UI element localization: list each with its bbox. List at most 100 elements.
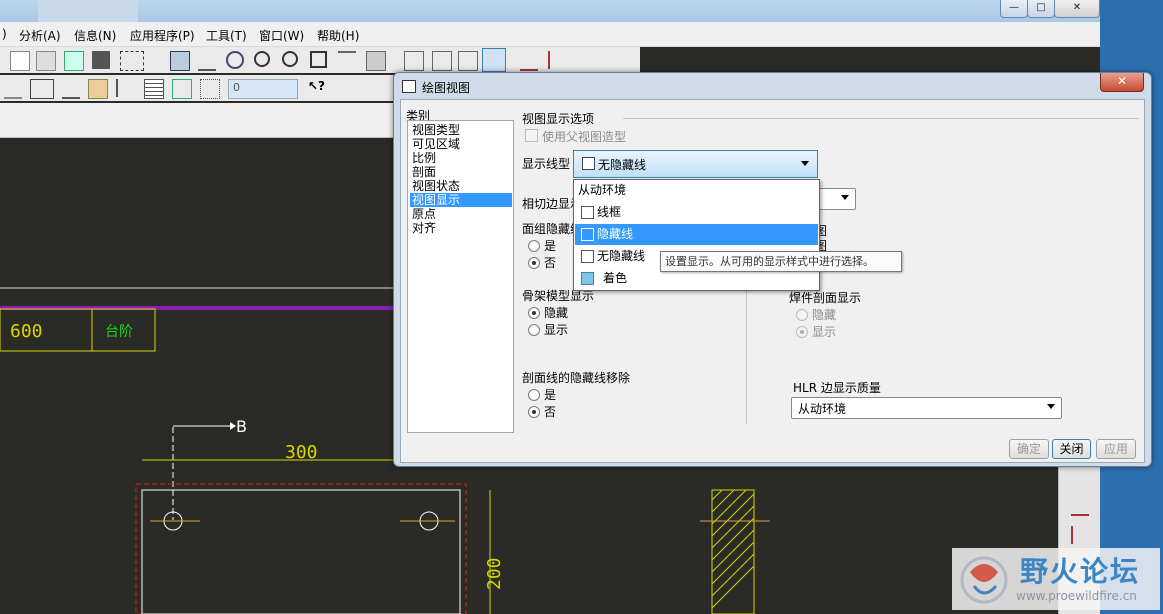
section-hidden-no-radio[interactable] <box>528 406 540 418</box>
menu-help[interactable]: 帮助(H) <box>317 27 359 44</box>
category-scale[interactable]: 比例 <box>410 151 512 165</box>
section-hidden-yes-radio[interactable] <box>528 389 540 401</box>
attach-icon[interactable] <box>116 79 136 97</box>
paste-icon[interactable] <box>10 51 30 71</box>
option-follow-env[interactable]: 从动环境 <box>575 180 818 201</box>
no-hidden-line-icon <box>581 250 594 263</box>
dialog-close-button[interactable]: ✕ <box>1100 73 1144 92</box>
skeleton-show-radio[interactable] <box>528 324 540 336</box>
shading-icon[interactable] <box>482 48 506 72</box>
hlr-quality-value: 从动环境 <box>798 402 847 416</box>
ok-button[interactable]: 确定 <box>1009 439 1049 459</box>
grid-icon[interactable] <box>200 79 220 99</box>
wireframe-icon <box>581 206 594 219</box>
category-view-display[interactable]: 视图显示 <box>410 193 512 207</box>
part-outline <box>141 489 461 614</box>
menu-info[interactable]: 信息(N) <box>74 27 116 44</box>
spin-icon[interactable] <box>226 51 244 69</box>
watermark: 野火论坛 www.proewildfire.cn <box>952 548 1160 610</box>
update-table-icon[interactable] <box>172 79 192 99</box>
menu-applications[interactable]: 应用程序(P) <box>130 27 195 44</box>
chevron-down-icon <box>801 161 809 166</box>
use-parent-label: 使用父视图造型 <box>542 130 627 144</box>
datum-axis-icon[interactable] <box>1071 526 1091 544</box>
skeleton-show-label: 显示 <box>544 323 569 337</box>
binoculars-icon[interactable] <box>92 51 110 69</box>
category-section[interactable]: 剖面 <box>410 165 512 179</box>
section-view <box>711 489 755 614</box>
face-hidden-yes-label: 是 <box>544 239 557 253</box>
window-close-button[interactable]: ✕ <box>1054 0 1100 18</box>
close-button[interactable]: 关闭 <box>1052 439 1091 459</box>
option-hidden-line[interactable]: 隐藏线 <box>575 224 818 245</box>
apply-button[interactable]: 应用 <box>1096 439 1136 459</box>
watermark-title: 野火论坛 <box>1020 555 1141 588</box>
weld-hide-radio[interactable] <box>796 309 808 321</box>
spinner-value: 0 <box>233 81 240 94</box>
dim-300: 300 <box>285 442 318 463</box>
menu-bar: ) 分析(A) 信息(N) 应用程序(P) 工具(T) 窗口(W) 帮助(H) <box>0 22 1100 47</box>
taskbar-icons <box>38 0 138 22</box>
datum-plane-icon[interactable] <box>1071 496 1089 516</box>
menu-analysis[interactable]: 分析(A) <box>19 27 61 44</box>
symbol-icon[interactable] <box>62 79 80 99</box>
view-icon[interactable] <box>170 51 190 71</box>
select-box-icon[interactable] <box>120 51 144 71</box>
zoom-out-icon[interactable] <box>282 51 298 67</box>
skeleton-hide-radio[interactable] <box>528 307 540 319</box>
wireframe-icon[interactable] <box>404 51 424 71</box>
datum-axis-icon[interactable] <box>548 51 568 69</box>
toolbar-display <box>400 47 640 73</box>
category-origin[interactable]: 原点 <box>410 207 512 221</box>
datum-point-icon[interactable] <box>576 51 594 69</box>
category-view-state[interactable]: 视图状态 <box>410 179 512 193</box>
coord-sys-icon[interactable] <box>602 51 620 69</box>
layers-icon[interactable] <box>366 51 386 71</box>
menu-window[interactable]: 窗口(W) <box>259 27 304 44</box>
line-style-value: 无隐藏线 <box>598 158 647 172</box>
orient-icon[interactable] <box>338 51 356 71</box>
refit-icon[interactable] <box>310 51 327 68</box>
tooltip: 设置显示。从可用的显示样式中进行选择。 <box>660 251 902 272</box>
weld-show-radio[interactable] <box>796 326 808 338</box>
hlr-quality-select[interactable]: 从动环境 <box>791 397 1062 419</box>
section-hidden-yes-label: 是 <box>544 388 557 402</box>
datum-icon[interactable] <box>198 51 216 71</box>
category-view-type[interactable]: 视图类型 <box>410 123 512 137</box>
spinner-input[interactable]: 0 <box>228 79 298 99</box>
maximize-button[interactable]: □ <box>1027 0 1055 18</box>
no-hidden-icon[interactable] <box>458 51 478 71</box>
line-style-select[interactable]: 无隐藏线 <box>573 150 818 178</box>
hidden-line-icon[interactable] <box>432 51 452 71</box>
title-cell-text: 台阶 <box>105 324 133 340</box>
text-icon[interactable] <box>30 79 54 99</box>
option-hidden-line-label: 隐藏线 <box>597 227 634 241</box>
hatch <box>711 489 755 609</box>
weld-show-label: 显示 <box>812 325 837 339</box>
regenerate-icon[interactable] <box>64 51 84 71</box>
drawing-view-dialog: 绘图视图 ✕ 类别 视图类型 可见区域 比例 剖面 视图状态 视图显示 原点 对… <box>393 72 1152 467</box>
face-hidden-yes-radio[interactable] <box>528 240 540 252</box>
section-label: B <box>236 417 247 436</box>
folder-icon[interactable] <box>88 79 108 99</box>
menu-item-partial[interactable]: ) <box>2 27 7 41</box>
line-tool-icon[interactable] <box>4 79 22 99</box>
category-alignment[interactable]: 对齐 <box>410 221 512 235</box>
category-list: 视图类型 可见区域 比例 剖面 视图状态 视图显示 原点 对齐 <box>407 120 514 433</box>
context-help-icon[interactable]: ↖? <box>308 79 326 97</box>
hidden-line-icon <box>581 228 594 241</box>
category-visible-area[interactable]: 可见区域 <box>410 137 512 151</box>
zoom-in-icon[interactable] <box>254 51 270 67</box>
table-icon[interactable] <box>144 79 164 99</box>
face-hidden-no-radio[interactable] <box>528 257 540 269</box>
option-wireframe-label: 线框 <box>597 205 622 219</box>
option-wireframe[interactable]: 线框 <box>575 202 818 223</box>
dialog-title: 绘图视图 <box>422 81 471 95</box>
datum-plane-icon[interactable] <box>520 51 538 71</box>
menu-tools[interactable]: 工具(T) <box>206 27 247 44</box>
minimize-button[interactable]: — <box>1000 0 1028 18</box>
skeleton-hide-label: 隐藏 <box>544 306 569 320</box>
paste-special-icon[interactable] <box>36 51 56 71</box>
use-parent-checkbox[interactable] <box>525 129 538 142</box>
dim-200: 200 <box>484 557 505 590</box>
